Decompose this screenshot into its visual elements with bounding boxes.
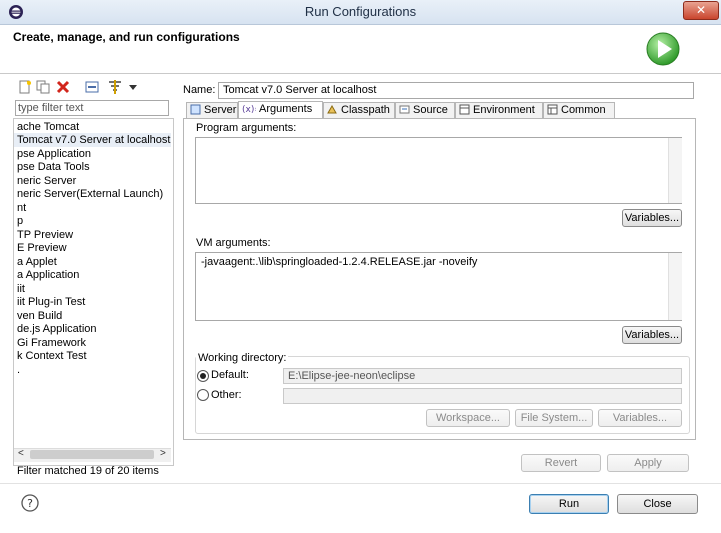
configuration-tree: ache Tomcat Tomcat v7.0 Server at localh… — [13, 118, 174, 466]
file-system-button[interactable]: File System... — [515, 409, 593, 427]
tab-server[interactable]: Server — [186, 102, 238, 118]
program-arguments-scrollbar[interactable] — [668, 138, 682, 203]
collapse-all-icon[interactable] — [85, 80, 99, 94]
scroll-right-arrow-icon[interactable]: > — [160, 448, 166, 459]
window-close-button[interactable]: ✕ — [683, 1, 719, 20]
run-icon — [646, 32, 680, 66]
tree-item[interactable]: iit — [17, 283, 25, 296]
title-bar: Run Configurations ✕ — [0, 0, 721, 25]
program-arguments-label: Program arguments: — [196, 122, 297, 134]
default-radio[interactable] — [197, 370, 209, 382]
server-icon — [190, 104, 201, 115]
tab-environment[interactable]: Environment — [455, 102, 543, 118]
default-directory-field: E:\Elipse-jee-neon\eclipse — [283, 368, 682, 384]
working-dir-variables-button[interactable]: Variables... — [598, 409, 682, 427]
scroll-left-arrow-icon[interactable]: < — [18, 448, 24, 459]
duplicate-icon[interactable] — [36, 80, 50, 94]
help-glyph: ? — [27, 497, 33, 510]
apply-button[interactable]: Apply — [607, 454, 689, 472]
tree-item[interactable]: TP Preview — [17, 229, 73, 242]
tab-bar: Server (x)=Arguments Classpath Source En… — [183, 101, 693, 119]
banner-title: Create, manage, and run configurations — [13, 30, 240, 44]
working-directory-label: Working directory: — [196, 352, 289, 364]
tree-item[interactable]: a Applet — [17, 256, 57, 269]
common-icon — [547, 104, 558, 115]
environment-icon — [459, 104, 470, 115]
svg-text:(x)=: (x)= — [242, 105, 256, 114]
tab-label: Source — [413, 104, 448, 116]
tab-label: Common — [561, 104, 606, 116]
scrollbar-thumb[interactable] — [30, 450, 154, 459]
window-title: Run Configurations — [304, 4, 417, 19]
tree-item[interactable]: pse Application — [17, 148, 91, 161]
tree-item[interactable]: pse Data Tools — [17, 161, 90, 174]
tree-item[interactable]: a Application — [17, 269, 79, 282]
name-label: Name: — [183, 84, 216, 96]
other-directory-field[interactable] — [283, 388, 682, 404]
tree-item[interactable]: E Preview — [17, 242, 67, 255]
tree-item[interactable]: ache Tomcat — [17, 121, 79, 134]
tab-source[interactable]: Source — [395, 102, 455, 118]
help-icon[interactable]: ? — [21, 494, 39, 512]
default-label: Default: — [211, 369, 249, 381]
tree-item[interactable]: . — [17, 364, 20, 377]
arguments-icon: (x)= — [242, 105, 256, 114]
dropdown-icon[interactable] — [126, 80, 140, 94]
program-arguments-textarea[interactable] — [195, 137, 682, 204]
tab-classpath[interactable]: Classpath — [323, 102, 395, 118]
tree-item[interactable]: nt — [17, 202, 26, 215]
tree-item[interactable]: Gi Framework — [17, 337, 86, 350]
filter-status: Filter matched 19 of 20 items — [17, 465, 159, 477]
revert-button[interactable]: Revert — [521, 454, 601, 472]
tree-item[interactable]: de.js Application — [17, 323, 97, 336]
tree-item[interactable]: p — [17, 215, 23, 228]
tab-label: Server — [204, 104, 237, 116]
delete-icon[interactable] — [56, 80, 70, 94]
vm-arguments-textarea[interactable]: -javaagent:.\lib\springloaded-1.2.4.RELE… — [195, 252, 682, 321]
run-button[interactable]: Run — [529, 494, 609, 514]
vm-arguments-scrollbar[interactable] — [668, 253, 682, 320]
other-label: Other: — [211, 389, 242, 401]
new-configuration-icon[interactable] — [18, 80, 32, 94]
filter-input[interactable] — [15, 100, 169, 116]
filter-icon[interactable] — [108, 80, 122, 94]
other-radio[interactable] — [197, 389, 209, 401]
tree-item[interactable]: ven Build — [17, 310, 62, 323]
configuration-name-field[interactable]: Tomcat v7.0 Server at localhost — [218, 82, 694, 99]
tab-label: Classpath — [341, 104, 390, 116]
workspace-button[interactable]: Workspace... — [426, 409, 510, 427]
tree-item[interactable]: neric Server — [17, 175, 76, 188]
source-icon — [399, 105, 410, 114]
close-button[interactable]: Close — [617, 494, 698, 514]
vm-variables-button[interactable]: Variables... — [622, 326, 682, 344]
tree-item[interactable]: neric Server(External Launch) — [17, 188, 163, 201]
footer-divider — [0, 483, 721, 484]
tree-item[interactable]: k Context Test — [17, 350, 87, 363]
program-variables-button[interactable]: Variables... — [622, 209, 682, 227]
tree-item-selected[interactable]: Tomcat v7.0 Server at localhost — [17, 134, 170, 147]
classpath-icon — [327, 104, 337, 114]
configuration-toolbar — [13, 80, 173, 98]
tab-common[interactable]: Common — [543, 102, 615, 118]
vm-arguments-label: VM arguments: — [196, 237, 271, 249]
tab-label: Arguments — [259, 103, 313, 115]
tab-arguments[interactable]: (x)=Arguments — [238, 101, 323, 119]
tree-item[interactable]: iit Plug-in Test — [17, 296, 85, 309]
tab-label: Environment — [473, 104, 535, 116]
